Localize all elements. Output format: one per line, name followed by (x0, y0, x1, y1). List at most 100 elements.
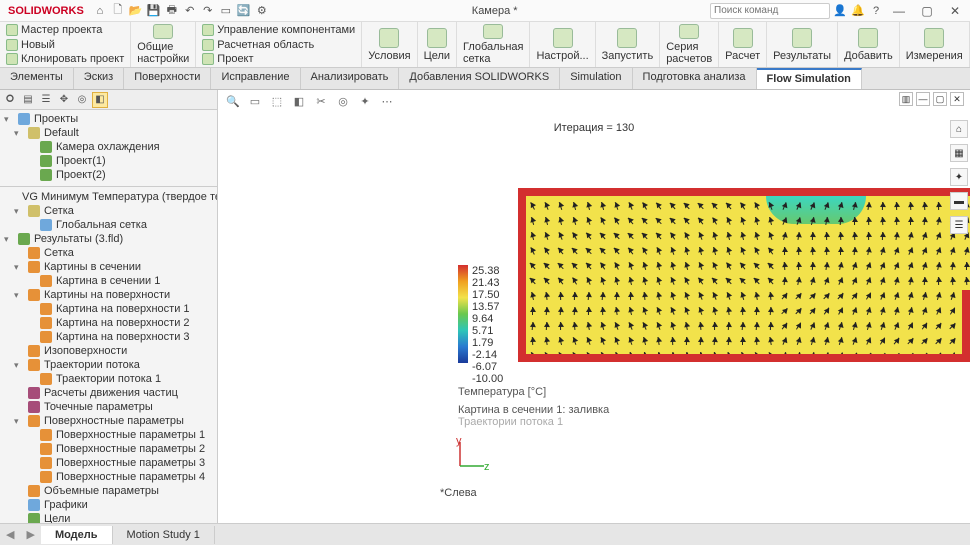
legend-val: 21.43 (472, 277, 503, 289)
general-settings-button[interactable]: Общие настройки (131, 22, 196, 67)
tree-traj-1: Траектории потока 1 (56, 373, 161, 385)
view-triad-icon: yz (456, 436, 490, 473)
tree-surface-params: Поверхностные параметры (44, 415, 184, 427)
rt-plane-icon[interactable]: ▬ (950, 192, 968, 210)
rebuild-icon[interactable]: 🔄 (236, 3, 252, 19)
conditions-button[interactable]: Условия (362, 22, 417, 67)
clone-project-button[interactable]: Клонировать проект (6, 53, 124, 65)
more-views-icon[interactable]: ⋯ (378, 92, 396, 110)
tab-analysis-prep[interactable]: Подготовка анализа (633, 68, 757, 89)
rt-cube-icon[interactable]: ▦ (950, 144, 968, 162)
solid-block (962, 290, 970, 354)
appearance-view-icon[interactable]: ◎ (334, 92, 352, 110)
legend-val: 9.64 (472, 313, 503, 325)
tab-nav-left-icon[interactable]: ◀ (0, 528, 20, 541)
render-icon[interactable]: ✦ (356, 92, 374, 110)
legend-val: 13.57 (472, 301, 503, 313)
command-search-input[interactable] (710, 3, 830, 19)
options-icon[interactable]: ⚙ (254, 3, 270, 19)
probe-button[interactable]: Измерения (900, 22, 970, 67)
batch-run-button[interactable]: Серия расчетов (660, 22, 719, 67)
viewport-split-icon[interactable]: ▥ (899, 92, 913, 106)
rt-axis-icon[interactable]: ✦ (950, 168, 968, 186)
tab-sketch[interactable]: Эскиз (74, 68, 124, 89)
project-button[interactable]: Проект (202, 53, 355, 65)
project-tree[interactable]: ▾Проекты ▾Default Камера охлаждения Прое… (0, 110, 217, 523)
help-icon[interactable]: ? (868, 3, 884, 19)
legend-val: -10.00 (472, 373, 503, 385)
tree-mesh: Сетка (44, 205, 74, 217)
add-button[interactable]: Добавить (838, 22, 900, 67)
save-icon[interactable]: 💾 (146, 3, 162, 19)
feature-tree-icon[interactable]: 🞇 (2, 92, 18, 108)
bottom-tab-model[interactable]: Модель (41, 526, 113, 544)
project-wizard-button[interactable]: Мастер проекта (6, 24, 124, 36)
tab-addins[interactable]: Добавления SOLIDWORKS (399, 68, 560, 89)
display-style-icon[interactable]: ◧ (290, 92, 308, 110)
new-file-icon[interactable]: 🗋 (110, 3, 126, 19)
tree-sp-4: Поверхностные параметры 4 (56, 471, 205, 483)
zoom-area-icon[interactable]: ▭ (246, 92, 264, 110)
goals-button[interactable]: Цели (418, 22, 457, 67)
tree-cut-plot-1: Картина в сечении 1 (56, 275, 160, 287)
home-icon[interactable]: ⌂ (92, 3, 108, 19)
tab-elements[interactable]: Элементы (0, 68, 74, 89)
display-icon[interactable]: ☰ (38, 92, 54, 108)
tree-results: Результаты (3.fld) (34, 233, 123, 245)
document-title: Камера * (472, 5, 518, 17)
open-icon[interactable]: 📂 (128, 3, 144, 19)
bell-icon[interactable]: 🔔 (850, 3, 866, 19)
viewport-toolbar: 🔍 ▭ ⬚ ◧ ✂ ◎ ✦ ⋯ (224, 92, 396, 110)
tab-nav-right-icon[interactable]: ▶ (20, 528, 40, 541)
appearance-icon[interactable]: ◎ (74, 92, 90, 108)
tree-point-params: Точечные параметры (44, 401, 153, 413)
print-icon[interactable]: 🖶 (164, 3, 180, 19)
zoom-fit-icon[interactable]: 🔍 (224, 92, 242, 110)
results-button[interactable]: Результаты (767, 22, 838, 67)
traj-name: Траектории потока 1 (458, 416, 563, 428)
new-project-button[interactable]: Новый (6, 39, 124, 51)
computational-domain-button[interactable]: Расчетная область (202, 39, 355, 51)
legend-val: -2.14 (472, 349, 503, 361)
maximize-window-icon[interactable]: ▢ (914, 3, 940, 19)
cut-plot-canvas (518, 188, 970, 362)
tree-mesh2: Сетка (44, 247, 74, 259)
tab-simulation[interactable]: Simulation (560, 68, 632, 89)
rt-home-icon[interactable]: ⌂ (950, 120, 968, 138)
cut-plot-name: Картина в сечении 1: заливка (458, 404, 609, 416)
run-button[interactable]: Запустить (596, 22, 661, 67)
bottom-tab-motion[interactable]: Motion Study 1 (113, 526, 215, 544)
close-window-icon[interactable]: ✕ (942, 3, 968, 19)
tree-project2: Проект(2) (56, 169, 106, 181)
viewport-max-icon[interactable]: ▢ (933, 92, 947, 106)
tab-repair[interactable]: Исправление (211, 68, 300, 89)
svg-text:z: z (484, 461, 490, 470)
redo-icon[interactable]: ↷ (200, 3, 216, 19)
component-control-button[interactable]: Управление компонентами (202, 24, 355, 36)
rt-layer-icon[interactable]: ☰ (950, 216, 968, 234)
solver-button[interactable]: Расчет (719, 22, 767, 67)
tree-sp-3: Поверхностные параметры 3 (56, 457, 205, 469)
undo-icon[interactable]: ↶ (182, 3, 198, 19)
viewport-close-icon[interactable]: ✕ (950, 92, 964, 106)
minimize-window-icon[interactable]: — (886, 3, 912, 19)
tab-analyze[interactable]: Анализировать (301, 68, 400, 89)
section-icon[interactable]: ✂ (312, 92, 330, 110)
global-mesh-button[interactable]: Глобальная сетка (457, 22, 530, 67)
flow-tree-icon[interactable]: ◧ (92, 92, 108, 108)
tree-surf-1: Картина на поверхности 1 (56, 303, 190, 315)
tab-flow-simulation[interactable]: Flow Simulation (757, 68, 862, 89)
quantity-label: Температура [°C] (458, 386, 546, 398)
tree-cut-plots: Картины в сечении (44, 261, 141, 273)
viewport-min-icon[interactable]: — (916, 92, 930, 106)
config-icon[interactable]: ▤ (20, 92, 36, 108)
user-icon[interactable]: 👤 (832, 3, 848, 19)
legend-val: 17.50 (472, 289, 503, 301)
setup-button[interactable]: Настрой... (530, 22, 595, 67)
orient-icon[interactable]: ⬚ (268, 92, 286, 110)
viewport[interactable]: ▥ — ▢ ✕ 🔍 ▭ ⬚ ◧ ✂ ◎ ✦ ⋯ Итерация = 130 2… (218, 90, 970, 523)
tab-surfaces[interactable]: Поверхности (124, 68, 211, 89)
move-icon[interactable]: ✥ (56, 92, 72, 108)
bottom-tabs: ◀ ▶ Модель Motion Study 1 (0, 523, 970, 545)
select-icon[interactable]: ▭ (218, 3, 234, 19)
